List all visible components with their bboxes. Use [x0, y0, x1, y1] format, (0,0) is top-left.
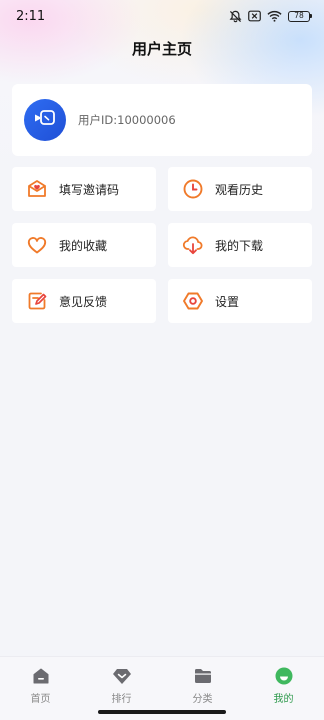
- profile-smile-icon: [274, 666, 294, 686]
- battery-icon: 78: [288, 10, 312, 22]
- status-icons: 78: [229, 10, 312, 23]
- tab-label: 我的: [273, 694, 294, 705]
- video-call-icon: [33, 108, 57, 132]
- tab-label: 排行: [111, 694, 132, 705]
- page-title: 用户主页: [131, 40, 192, 58]
- tab-home[interactable]: 首页: [0, 657, 81, 720]
- menu-item-feedback[interactable]: 意见反馈: [12, 279, 156, 323]
- heart-icon: [26, 234, 48, 256]
- ranking-gem-icon: [112, 666, 132, 686]
- menu-item-label: 我的收藏: [59, 238, 108, 253]
- tab-label: 分类: [192, 694, 213, 705]
- tab-mine[interactable]: 我的: [243, 657, 324, 720]
- home-indicator[interactable]: [98, 710, 226, 714]
- wifi-icon: [267, 10, 282, 22]
- menu-item-downloads[interactable]: 我的下载: [168, 223, 312, 267]
- home-icon: [31, 666, 51, 686]
- settings-hexagon-icon: [182, 290, 204, 312]
- menu-item-invite-code[interactable]: 填写邀请码: [12, 167, 156, 211]
- menu-item-settings[interactable]: 设置: [168, 279, 312, 323]
- bell-off-icon: [229, 10, 242, 23]
- menu-item-watch-history[interactable]: 观看历史: [168, 167, 312, 211]
- folder-icon: [193, 666, 213, 686]
- menu-item-label: 我的下载: [215, 238, 264, 253]
- feedback-edit-icon: [26, 290, 48, 312]
- status-bar: 2:11 78: [0, 0, 324, 32]
- tab-label: 首页: [30, 694, 51, 705]
- close-box-icon: [248, 10, 261, 22]
- menu-item-label: 意见反馈: [59, 294, 108, 309]
- menu-item-label: 填写邀请码: [59, 182, 120, 197]
- menu-item-label: 观看历史: [215, 182, 264, 197]
- avatar[interactable]: [24, 99, 66, 141]
- clock-icon: [182, 178, 204, 200]
- menu-item-label: 设置: [215, 294, 240, 309]
- invite-envelope-icon: [26, 178, 48, 200]
- menu-item-favorites[interactable]: 我的收藏: [12, 223, 156, 267]
- status-time: 2:11: [16, 8, 46, 24]
- profile-card[interactable]: 用户ID:10000006: [12, 84, 312, 156]
- user-id-label: 用户ID:10000006: [78, 113, 176, 127]
- cloud-download-icon: [182, 234, 204, 256]
